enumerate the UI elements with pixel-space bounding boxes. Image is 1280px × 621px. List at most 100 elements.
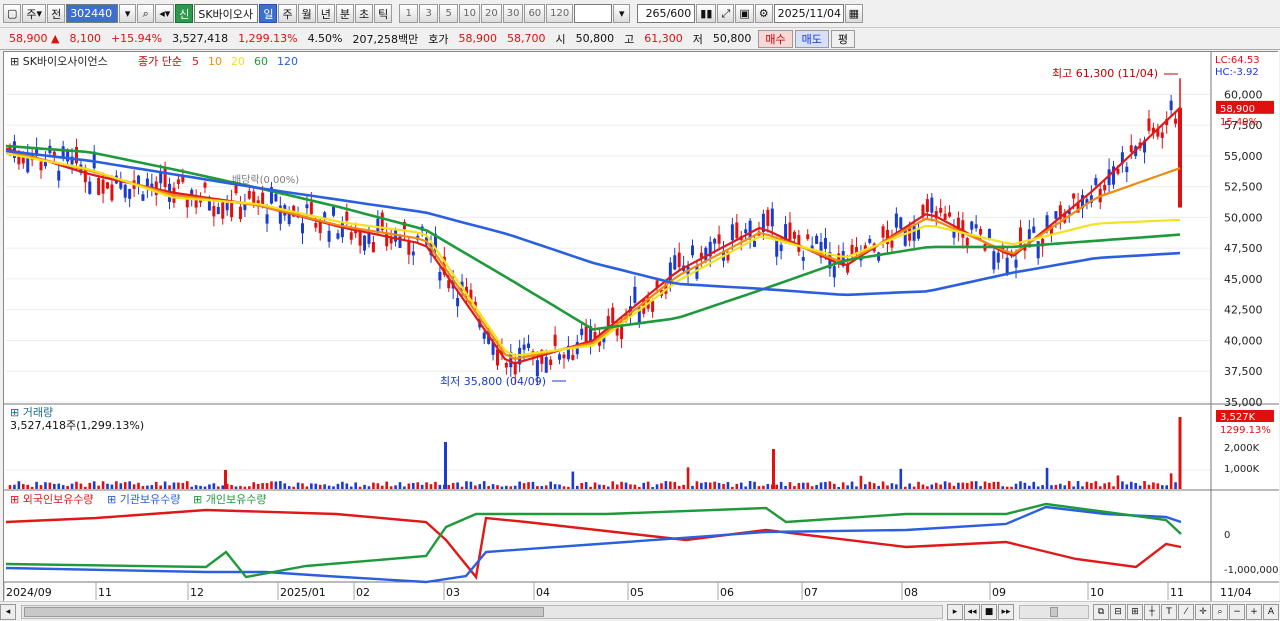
volume-bar — [1121, 481, 1124, 489]
prev-button[interactable]: 전 — [47, 4, 66, 23]
period-tab-5[interactable]: 초 — [354, 4, 374, 23]
search-icon[interactable]: ⌕ — [137, 4, 155, 23]
font-size-icon[interactable]: A — [1263, 603, 1279, 620]
current-price-pct: 15.49% — [1220, 117, 1258, 128]
period-tab-3[interactable]: 년 — [316, 4, 335, 23]
chart-area[interactable]: 60,000 57,500 55,000 52,500 50,000 47,500 45,0… — [3, 51, 1279, 602]
stock-name-label: ⊞ SK바이오사이언스 — [10, 55, 108, 68]
interval-dropdown-icon[interactable]: ▾ — [613, 4, 631, 23]
ruler-icon[interactable]: ┼ — [1144, 603, 1160, 620]
volume-spike-dec — [224, 470, 227, 489]
volume-bar — [146, 485, 149, 489]
candle-body — [846, 264, 850, 273]
period-tab-4[interactable]: 분 — [335, 4, 354, 23]
mode-select[interactable]: 주 ▾ — [22, 4, 47, 23]
price-tick-8: 40,000 — [1224, 334, 1263, 347]
forward-icon[interactable]: ▸▸ — [998, 603, 1014, 620]
count-input[interactable]: 265/600 — [637, 4, 696, 23]
stop-icon[interactable]: ■ — [981, 603, 997, 620]
volume-bar — [1103, 483, 1106, 489]
volume-bar — [243, 486, 247, 489]
cross-tool-icon[interactable]: ✛ — [1195, 603, 1211, 620]
volume-bar — [1156, 483, 1160, 489]
volume-bar — [372, 482, 375, 489]
line-tool-icon[interactable]: ⁄ — [1178, 603, 1194, 620]
interval-tab-1[interactable]: 1 — [399, 4, 419, 23]
interval-tab-20[interactable]: 20 — [480, 4, 502, 23]
volume-bar — [877, 485, 880, 489]
interval-tab-120[interactable]: 120 — [546, 4, 574, 23]
scroll-thumb[interactable] — [24, 606, 544, 617]
scroll-left-icon[interactable]: ◂ — [0, 603, 16, 620]
eval-button[interactable]: 평 — [830, 29, 855, 48]
candle-body — [327, 230, 331, 242]
split-icon[interactable]: ⊞ — [1127, 603, 1143, 620]
volume-bar — [722, 483, 725, 489]
volume-bar — [1165, 485, 1169, 489]
interval-tab-3[interactable]: 3 — [419, 4, 439, 23]
candle-body — [57, 170, 61, 181]
date-input[interactable]: 2025/11/04 — [773, 4, 844, 23]
candle-icon[interactable]: ▮▮ — [696, 4, 717, 23]
volume-bar — [948, 482, 951, 489]
gear-icon[interactable]: ⚙ — [754, 4, 773, 23]
candle-body — [159, 172, 163, 184]
zoom-in-icon[interactable]: + — [1246, 603, 1262, 620]
volume-bar — [620, 481, 623, 489]
interval-tab-60[interactable]: 60 — [524, 4, 546, 23]
high-label: 고 — [624, 32, 635, 46]
interval-tab-10[interactable]: 10 — [459, 4, 480, 23]
period-tab-6[interactable]: 틱 — [374, 4, 393, 23]
volume-bar — [84, 486, 87, 489]
sell-button[interactable]: 매도 — [794, 29, 829, 48]
layout-icon[interactable]: ▢ — [3, 4, 22, 23]
stock-name-field[interactable]: SK바이오사 — [194, 4, 259, 23]
period-tab-1[interactable]: 주 — [278, 4, 297, 23]
tool-icon[interactable]: ⤢ — [717, 4, 735, 23]
volume-tag-pct: 1299.13% — [1220, 425, 1271, 436]
volume-bar — [775, 484, 779, 489]
fit-icon[interactable]: ⊟ — [1110, 603, 1126, 620]
new-listing-flag[interactable]: 신 — [175, 4, 194, 23]
volume-bar — [13, 484, 16, 489]
play-icon[interactable]: ▸ — [947, 603, 963, 620]
volume-bar — [1094, 481, 1098, 489]
volume-bar — [828, 481, 832, 489]
speaker-icon[interactable]: ◂▾ — [155, 4, 175, 23]
text-tool-icon[interactable]: T — [1161, 603, 1177, 620]
dropdown-icon[interactable]: ▾ — [119, 4, 137, 23]
volume-bar — [279, 481, 282, 489]
copy-icon[interactable]: ⧉ — [1093, 603, 1109, 620]
horizontal-scrollbar[interactable] — [21, 604, 943, 619]
period-tab-2[interactable]: 월 — [297, 4, 316, 23]
volume-bar — [283, 483, 287, 489]
volume-bar — [66, 485, 69, 489]
interval-tab-5[interactable]: 5 — [439, 4, 459, 23]
zoom-slider[interactable] — [1019, 604, 1089, 619]
volume-bar — [172, 482, 176, 489]
stock-code-input[interactable]: 302440 — [66, 4, 119, 23]
price-chart[interactable]: 60,00057,50055,00052,50050,00047,50045,0… — [4, 52, 1279, 602]
interval-input[interactable] — [574, 4, 613, 23]
zoom-thumb[interactable] — [1050, 606, 1058, 617]
period-tab-0[interactable]: 일 — [259, 4, 278, 23]
volume-bar — [837, 486, 841, 489]
price-tick-5: 47,500 — [1224, 242, 1263, 255]
save-icon[interactable]: ▣ — [735, 4, 754, 23]
interval-tab-30[interactable]: 30 — [502, 4, 524, 23]
volume-bar — [474, 485, 477, 489]
candle-body — [633, 286, 637, 303]
amount: 207,258백만 — [352, 32, 419, 46]
volume-bar — [190, 486, 194, 489]
rewind-icon[interactable]: ◂◂ — [964, 603, 980, 620]
zoom-out-icon[interactable]: − — [1229, 603, 1245, 620]
candle-body — [1094, 178, 1098, 186]
volume-tag: 3,527K — [1220, 412, 1256, 423]
buy-button[interactable]: 매수 — [758, 29, 793, 48]
calendar-icon[interactable]: ▦ — [844, 4, 864, 23]
hc-label: HC:-3.92 — [1215, 67, 1259, 78]
magnifier-icon[interactable]: ⌕ — [1212, 603, 1228, 620]
candle-body — [371, 242, 375, 253]
volume-bar — [1174, 482, 1177, 489]
candle-body — [247, 190, 251, 199]
